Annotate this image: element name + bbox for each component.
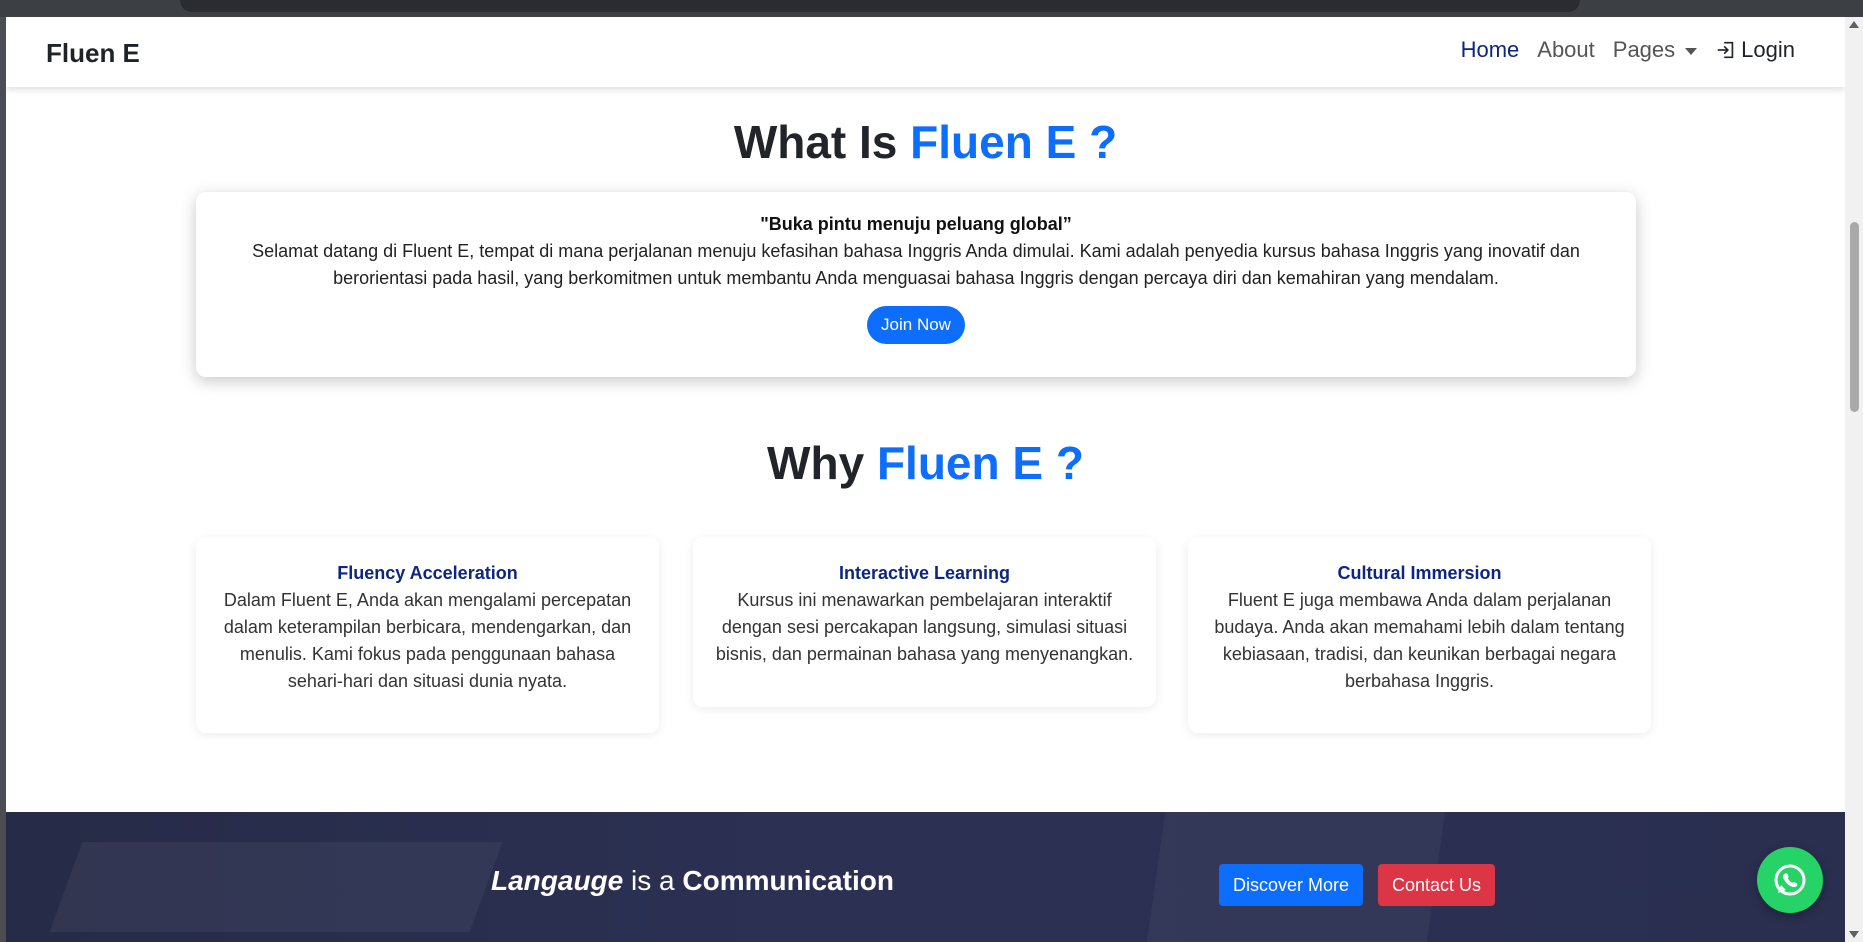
banner-tagline: Langauge is a Communication bbox=[491, 865, 894, 897]
browser-address-bar[interactable] bbox=[180, 0, 1580, 12]
why-card-text: Fluent E juga membawa Anda dalam perjala… bbox=[1214, 590, 1625, 691]
what-description: Selamat datang di Fluent E, tempat di ma… bbox=[252, 241, 1580, 288]
why-section-title: Why Fluen E ? bbox=[6, 436, 1845, 490]
join-now-button[interactable]: Join Now bbox=[867, 306, 965, 344]
vertical-scrollbar[interactable] bbox=[1845, 17, 1863, 942]
what-title-accent: Fluen E ? bbox=[910, 116, 1118, 168]
banner-background-image bbox=[49, 842, 503, 932]
whatsapp-button[interactable] bbox=[1757, 847, 1823, 913]
why-card-text: Kursus ini menawarkan pembelajaran inter… bbox=[715, 590, 1134, 664]
what-card: "Buka pintu menuju peluang global” Selam… bbox=[196, 192, 1636, 377]
scroll-up-arrow-icon[interactable] bbox=[1849, 21, 1859, 28]
why-card-cultural: Cultural Immersion Fluent E juga membawa… bbox=[1188, 537, 1651, 733]
login-icon bbox=[1717, 41, 1734, 59]
chevron-down-icon bbox=[1685, 47, 1698, 55]
nav-link-login[interactable]: Login bbox=[1715, 37, 1795, 63]
page-viewport: Fluen E Home About Pages Login What Is F… bbox=[6, 17, 1845, 942]
what-title-prefix: What Is bbox=[733, 116, 898, 168]
scroll-down-arrow-icon[interactable] bbox=[1849, 931, 1859, 938]
whatsapp-icon bbox=[1774, 864, 1806, 896]
why-card-title: Interactive Learning bbox=[838, 563, 1011, 583]
nav-link-home[interactable]: Home bbox=[1461, 37, 1520, 63]
nav-link-about[interactable]: About bbox=[1537, 37, 1595, 63]
banner-word-is-a: is a bbox=[623, 865, 683, 896]
banner-word-language: Langauge bbox=[491, 865, 624, 896]
brand-logo[interactable]: Fluen E bbox=[46, 38, 140, 69]
contact-us-button[interactable]: Contact Us bbox=[1378, 864, 1496, 906]
what-section-title: What Is Fluen E ? bbox=[6, 115, 1845, 169]
cta-banner: Langauge is a Communication Discover Mor… bbox=[6, 812, 1845, 942]
banner-word-communication: Communication bbox=[682, 865, 894, 896]
why-card-title: Cultural Immersion bbox=[1337, 563, 1502, 583]
nav-pages-label: Pages bbox=[1612, 37, 1676, 62]
why-title-prefix: Why bbox=[767, 437, 865, 489]
nav-dropdown-pages[interactable]: Pages bbox=[1612, 37, 1698, 63]
browser-chrome bbox=[0, 0, 1863, 17]
navbar: Fluen E Home About Pages Login bbox=[6, 17, 1845, 87]
why-card-title: Fluency Acceleration bbox=[337, 563, 518, 583]
discover-more-button[interactable]: Discover More bbox=[1219, 864, 1364, 906]
why-card-text: Dalam Fluent E, Anda akan mengalami perc… bbox=[223, 590, 632, 691]
nav-links: Home About Pages Login bbox=[1461, 37, 1795, 63]
why-card-fluency: Fluency Acceleration Dalam Fluent E, And… bbox=[196, 537, 659, 733]
why-card-interactive: Interactive Learning Kursus ini menawark… bbox=[693, 537, 1156, 707]
nav-login-label: Login bbox=[1741, 37, 1795, 62]
scrollbar-thumb[interactable] bbox=[1850, 222, 1859, 412]
what-quote: "Buka pintu menuju peluang global” bbox=[760, 214, 1072, 234]
why-title-accent: Fluen E ? bbox=[876, 437, 1084, 489]
